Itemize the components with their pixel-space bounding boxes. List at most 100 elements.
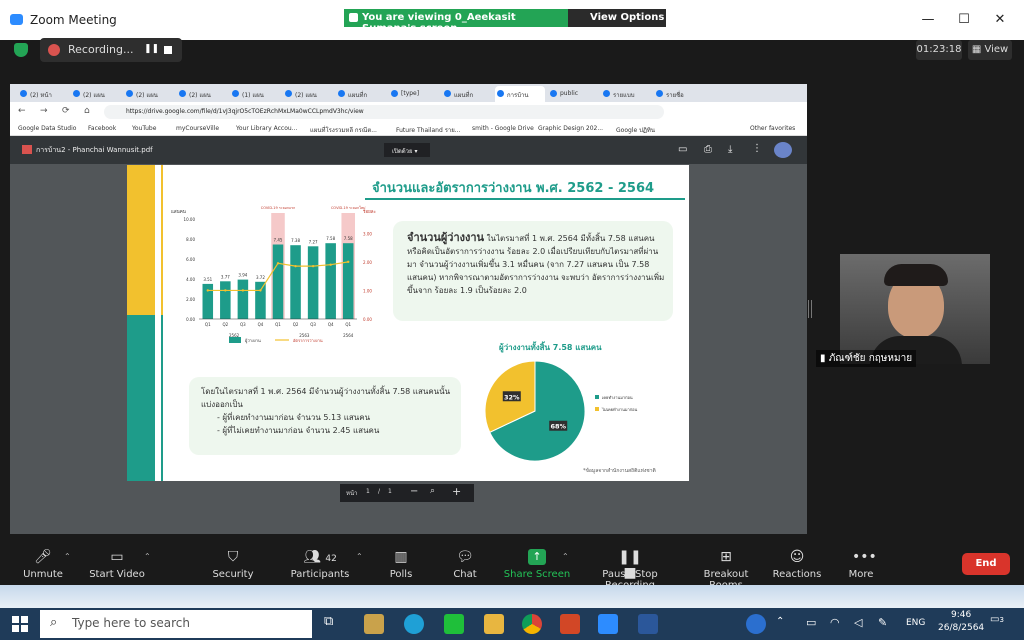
account-avatar[interactable] (774, 142, 792, 158)
reactions-button[interactable]: ☺ Reactions (762, 545, 832, 580)
video-options-caret[interactable]: ⌃ (144, 552, 151, 561)
audio-options-caret[interactable]: ⌃ (64, 552, 71, 561)
bookmark-item[interactable]: Google ปฏิทิน (616, 125, 655, 135)
language-indicator[interactable]: ENG (906, 618, 925, 628)
taskbar-search-input[interactable]: ⌕ Type here to search (40, 610, 312, 638)
notification-icon[interactable]: ▭3 (990, 614, 1008, 632)
chrome-icon[interactable] (522, 614, 542, 634)
bar-data-label: 7.45 (274, 238, 283, 243)
browser-tab[interactable]: (1) แผน (230, 86, 280, 102)
help-icon[interactable] (746, 614, 766, 634)
rate-point (259, 289, 262, 292)
share-screen-button[interactable]: ↑ Share Screen (500, 545, 574, 580)
word-icon[interactable] (638, 614, 658, 634)
browser-tab-label: (2) แผน (83, 92, 105, 99)
browser-tab[interactable]: [type] (389, 86, 439, 102)
browser-tab[interactable]: รายชื่อ (654, 86, 704, 102)
pause-recording-icon[interactable]: ❚❚ (144, 44, 159, 54)
bar (237, 279, 249, 319)
more-button[interactable]: ••• More (826, 545, 896, 580)
tab-favicon-icon (73, 90, 80, 97)
minimize-button[interactable]: — (920, 12, 936, 28)
store-icon[interactable] (364, 614, 384, 634)
pen-icon[interactable]: ✎ (878, 616, 887, 629)
bookmark-item[interactable]: myCourseVille (176, 125, 219, 132)
window-title: Zoom Meeting (30, 13, 117, 27)
browser-tab[interactable]: แผนที่ก (442, 86, 492, 102)
back-icon[interactable]: ← (18, 106, 26, 116)
zoom-magnifier-icon[interactable]: ⌕ (430, 486, 435, 496)
tray-overflow-icon[interactable]: ⌃ (776, 616, 784, 627)
download-icon[interactable]: ⤓ (728, 144, 732, 155)
security-button[interactable]: ⛉ Security (198, 545, 268, 580)
share-screen-label: Share Screen (503, 569, 571, 580)
participants-caret[interactable]: ⌃ (356, 552, 363, 561)
tab-favicon-icon (338, 90, 345, 97)
browser-tab[interactable]: (2) แผน (177, 86, 227, 102)
line-app-icon[interactable] (444, 614, 464, 634)
home-icon[interactable]: ⌂ (84, 106, 90, 116)
print-icon[interactable]: ⎙ (704, 144, 712, 155)
url-input[interactable]: https://drive.google.com/file/d/1vJ3qjrO… (104, 105, 664, 119)
browser-tab[interactable]: (2) แผน (283, 86, 333, 102)
rate-point (294, 264, 297, 268)
browser-tab[interactable]: แผนที่ก (336, 86, 386, 102)
bookmark-item[interactable]: YouTube (132, 125, 156, 132)
open-with-label: เปิดด้วย (392, 148, 413, 155)
zoom-app-icon[interactable] (598, 614, 618, 634)
end-meeting-button[interactable]: End (962, 553, 1010, 575)
bookmark-item[interactable]: แผนที่โรงรวมหลี กรณีต... (310, 125, 377, 135)
edge-icon[interactable] (404, 614, 424, 634)
forward-icon[interactable]: → (40, 106, 48, 116)
powerpoint-icon[interactable] (560, 614, 580, 634)
browser-tab-label: [type] (401, 90, 420, 97)
browser-tab[interactable]: การบ้าน (495, 86, 545, 102)
maximize-button[interactable]: ☐ (956, 12, 972, 28)
close-button[interactable]: ✕ (992, 12, 1008, 28)
participants-button[interactable]: 👥︎ 42 Participants (282, 545, 358, 580)
task-view-icon[interactable]: ⧉ (324, 614, 344, 634)
browser-tab[interactable]: รายแบบ (601, 86, 651, 102)
x-tick-label: Q2 (222, 322, 228, 327)
network-icon[interactable]: ▭ (806, 616, 816, 629)
bookmark-item[interactable]: Graphic Design 202... (538, 125, 603, 132)
browser-tab[interactable]: public (548, 86, 598, 102)
view-options-button[interactable]: View Options ⌄ (568, 9, 666, 34)
browser-tab[interactable]: (2) แผน (124, 86, 174, 102)
bookmark-item[interactable]: smith - Google Drive (472, 125, 534, 132)
taskbar-clock[interactable]: 9:46 26/8/2564 (938, 609, 984, 635)
participant-name-text: ภัณฑ์ชัย กฤษหมาย (828, 353, 913, 364)
bookmark-item[interactable]: Future Thailand ราย... (396, 125, 461, 135)
more-vert-icon[interactable]: ⋮ (752, 143, 762, 154)
bookmark-item[interactable]: Google Data Studio (18, 125, 76, 132)
tab-favicon-icon (20, 90, 27, 97)
start-video-button[interactable]: ▭ Start Video (82, 545, 152, 580)
share-caret[interactable]: ⌃ (562, 552, 569, 561)
bar-data-label: 3.94 (238, 273, 247, 278)
bookmark-item[interactable]: Other favorites (750, 125, 795, 132)
wifi-icon[interactable]: ◠ (830, 616, 840, 629)
browser-tab[interactable]: (2) หน้า (18, 86, 68, 102)
chat-icon: 💬︎ (456, 549, 474, 565)
reload-icon[interactable]: ⟳ (62, 106, 70, 116)
clock-time: 9:46 (950, 610, 972, 620)
volume-icon[interactable]: ◁ (854, 616, 862, 629)
view-button[interactable]: ▦ View (968, 40, 1012, 60)
polls-button[interactable]: ▥ Polls (366, 545, 436, 580)
browser-tab[interactable]: (2) แผน (71, 86, 121, 102)
chat-button[interactable]: 💬︎ Chat (430, 545, 500, 580)
windows-start-icon[interactable] (12, 616, 28, 632)
file-explorer-icon[interactable] (484, 614, 504, 634)
zoom-out-button[interactable]: − (410, 486, 418, 497)
splitter-handle[interactable] (808, 300, 812, 318)
comment-icon[interactable]: ▭ (678, 144, 687, 155)
bookmark-item[interactable]: Facebook (88, 125, 116, 132)
open-with-select[interactable]: เปิดด้วย ▾ (384, 143, 430, 157)
page-current-input[interactable]: 1 (366, 488, 370, 495)
unmute-button[interactable]: 🎤︎ Unmute (8, 545, 78, 580)
bookmark-item[interactable]: Your Library Accou... (236, 125, 297, 132)
stop-recording-icon[interactable] (164, 46, 172, 54)
shield-icon[interactable] (14, 43, 28, 57)
participant-video[interactable] (840, 254, 990, 364)
zoom-in-button[interactable]: + (452, 485, 461, 498)
